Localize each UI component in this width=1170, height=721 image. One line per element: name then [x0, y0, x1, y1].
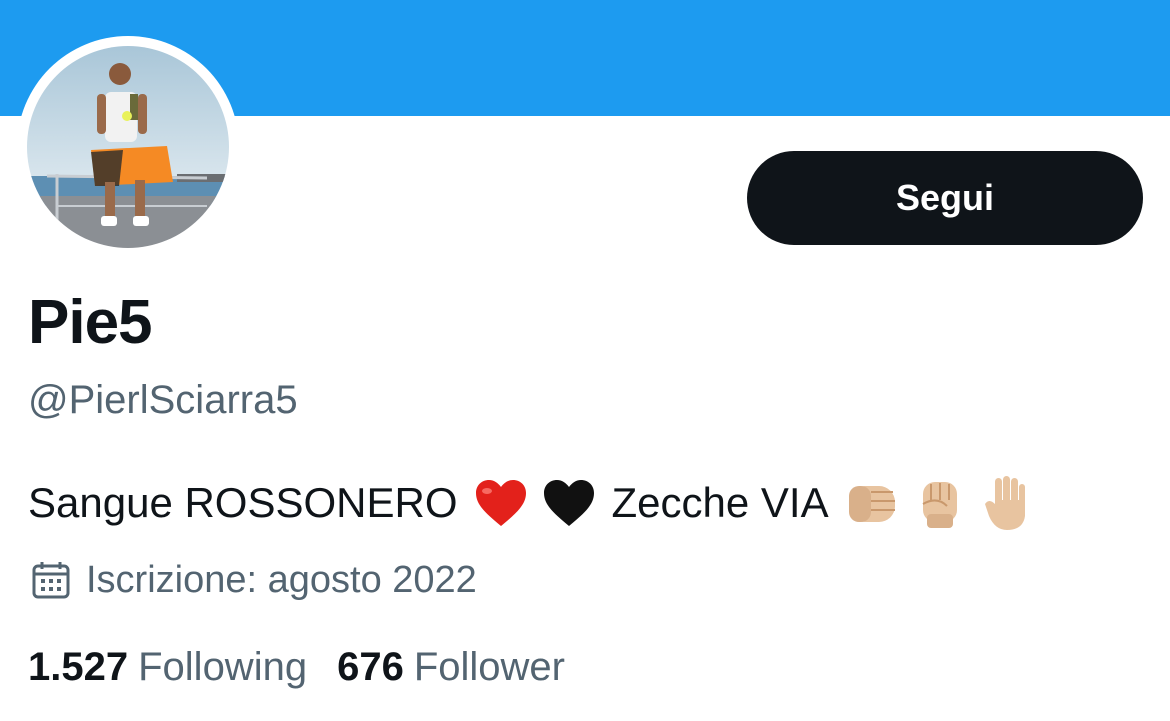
raised-fist-icon	[911, 474, 969, 532]
follow-button[interactable]: Segui	[747, 151, 1143, 245]
profile-bio: Sangue ROSSONERO Zecche VIA	[28, 474, 1047, 532]
followers-label: Follower	[413, 645, 565, 689]
avatar-photo	[27, 46, 229, 248]
followers-link[interactable]: 676 Follower	[337, 641, 565, 693]
followers-count: 676	[337, 645, 404, 689]
follow-stats: 1.527 Following 676 Follower	[28, 641, 565, 693]
following-link[interactable]: 1.527 Following	[28, 641, 307, 693]
red-heart-icon	[472, 474, 530, 532]
joined-text: Iscrizione: agosto 2022	[86, 559, 477, 601]
bio-text-1: Sangue ROSSONERO	[28, 479, 458, 526]
display-name: Pie5	[28, 288, 153, 357]
joined-date: Iscrizione: agosto 2022	[30, 555, 477, 605]
calendar-icon	[32, 562, 70, 599]
username-handle: @PierlSciarra5	[28, 378, 298, 422]
oncoming-fist-icon	[843, 474, 901, 532]
following-label: Following	[138, 645, 308, 689]
bio-text-2: Zecche VIA	[611, 479, 829, 526]
following-count: 1.527	[28, 645, 129, 689]
avatar[interactable]	[27, 46, 229, 248]
raised-hand-icon	[979, 474, 1037, 532]
black-heart-icon	[540, 474, 598, 532]
